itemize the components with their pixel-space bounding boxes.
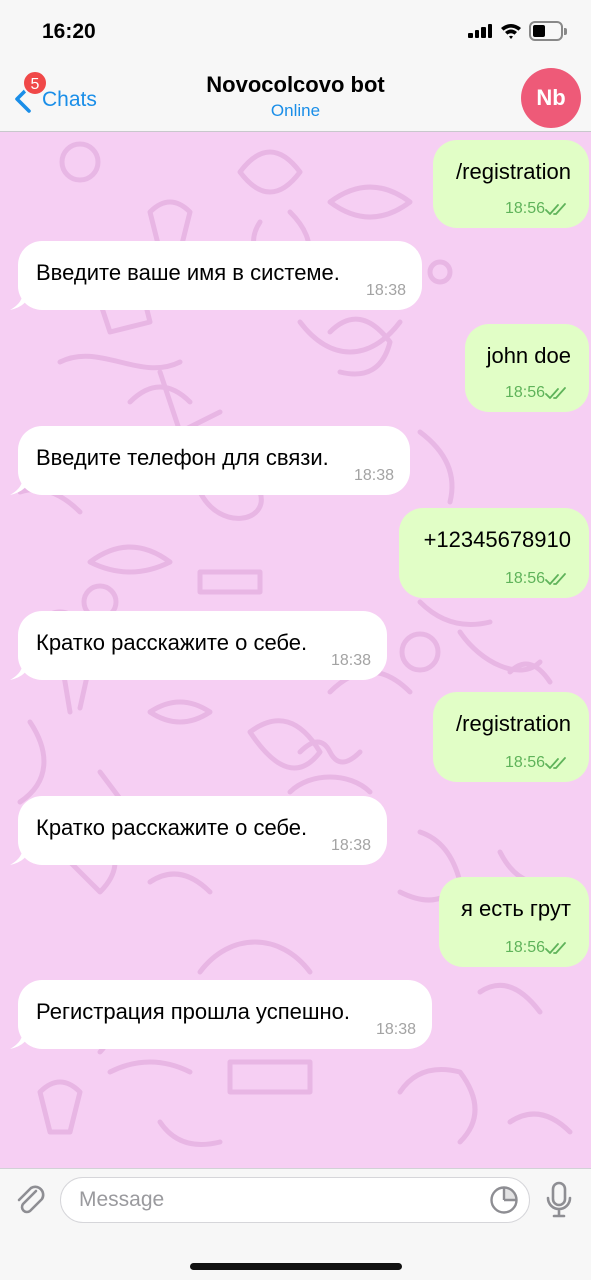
cellular-signal-icon bbox=[468, 24, 494, 38]
message-time: 18:56 bbox=[504, 200, 545, 217]
home-indicator bbox=[190, 1263, 402, 1270]
avatar[interactable]: Nb bbox=[521, 68, 581, 128]
nav-bar: Chats 5 Novocolcovo bot Online Nb bbox=[0, 62, 591, 132]
message-text: Регистрация прошла успешно. bbox=[36, 999, 350, 1024]
input-bar bbox=[0, 1168, 591, 1280]
paperclip-icon[interactable] bbox=[14, 1183, 48, 1219]
message-time: 18:56 bbox=[504, 384, 545, 401]
incoming-message[interactable]: Кратко расскажите о себе. 18:38 bbox=[10, 611, 387, 680]
message-time: 18:38 bbox=[375, 1021, 416, 1038]
incoming-message[interactable]: Введите ваше имя в системе. 18:38 bbox=[10, 241, 422, 310]
message-text: Кратко расскажите о себе. bbox=[36, 815, 308, 840]
message-input[interactable] bbox=[60, 1177, 530, 1223]
message-time: 18:38 bbox=[365, 282, 406, 299]
message-text: Введите телефон для связи. bbox=[36, 445, 329, 470]
microphone-icon[interactable] bbox=[546, 1181, 572, 1219]
double-check-icon bbox=[545, 203, 566, 215]
message-time: 18:38 bbox=[330, 837, 371, 854]
incoming-message[interactable]: Кратко расскажите о себе. 18:38 bbox=[10, 796, 387, 865]
outgoing-message[interactable]: +12345678910 18:56 bbox=[399, 508, 589, 598]
outgoing-message[interactable]: /registration 18:56 bbox=[433, 140, 589, 228]
battery-icon bbox=[529, 21, 567, 41]
message-time: 18:56 bbox=[504, 939, 545, 956]
sticker-icon[interactable] bbox=[489, 1185, 519, 1215]
outgoing-message[interactable]: /registration 18:56 bbox=[433, 692, 589, 782]
message-time: 18:38 bbox=[353, 467, 394, 484]
bubble-tail bbox=[10, 292, 30, 310]
message-text: /registration bbox=[456, 711, 571, 736]
message-text: /registration bbox=[456, 159, 571, 184]
chat-status: Online bbox=[270, 101, 321, 120]
bubble-tail bbox=[10, 847, 30, 865]
message-text: Кратко расскажите о себе. bbox=[36, 630, 308, 655]
message-time: 18:56 bbox=[504, 754, 545, 771]
message-time: 18:38 bbox=[330, 652, 371, 669]
outgoing-message[interactable]: john doe 18:56 bbox=[465, 324, 589, 412]
bubble-tail bbox=[10, 477, 30, 495]
message-text: Введите ваше имя в системе. bbox=[36, 260, 340, 285]
incoming-message[interactable]: Введите телефон для связи. 18:38 bbox=[10, 426, 410, 495]
chat-title[interactable]: Novocolcovo bot bbox=[0, 72, 591, 98]
wifi-icon bbox=[501, 24, 521, 39]
message-text: +12345678910 bbox=[423, 527, 571, 552]
double-check-icon bbox=[545, 942, 566, 954]
outgoing-message[interactable]: я есть грут 18:56 bbox=[439, 877, 589, 967]
message-time: 18:56 bbox=[504, 570, 545, 587]
double-check-icon bbox=[545, 387, 566, 399]
incoming-message[interactable]: Регистрация прошла успешно. 18:38 bbox=[10, 980, 432, 1049]
bubble-tail bbox=[10, 662, 30, 680]
bubble-tail bbox=[10, 1031, 30, 1049]
status-time: 16:20 bbox=[42, 20, 96, 43]
message-text: john doe bbox=[486, 343, 571, 368]
double-check-icon bbox=[545, 757, 566, 769]
status-bar: 16:20 bbox=[0, 0, 591, 62]
double-check-icon bbox=[545, 573, 566, 585]
message-text: я есть грут bbox=[461, 896, 571, 921]
chat-area[interactable]: /registration 18:56 Введите ваше имя в с… bbox=[0, 132, 591, 1168]
